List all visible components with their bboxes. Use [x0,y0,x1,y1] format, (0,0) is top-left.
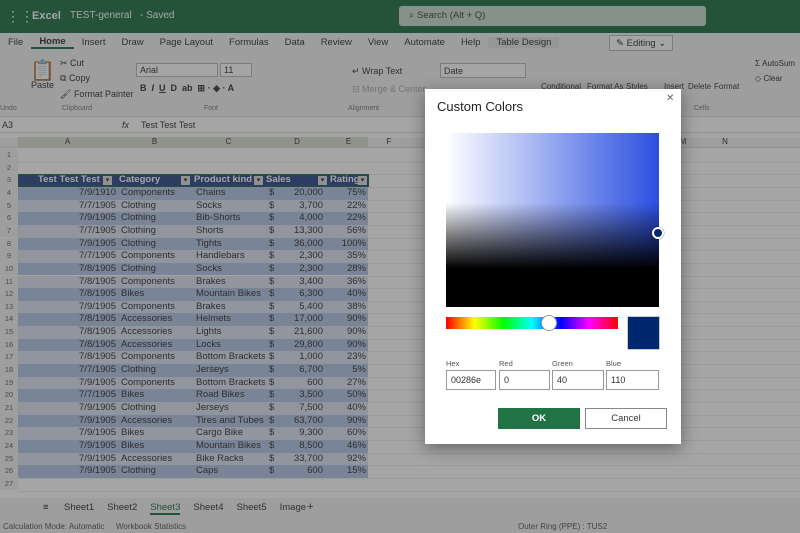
blue-input[interactable]: 110 [606,370,659,390]
saturation-value-picker[interactable] [446,133,664,307]
green-input[interactable]: 40 [552,370,604,390]
hex-input[interactable]: 00286e [446,370,496,390]
close-icon[interactable]: ✕ [666,93,674,104]
hue-slider[interactable] [446,315,618,331]
hue-slider-thumb[interactable] [541,315,558,331]
green-label: Green [552,359,573,368]
red-input[interactable]: 0 [499,370,550,390]
color-preview-swatch [627,316,660,350]
red-label: Red [499,359,513,368]
custom-colors-dialog: Custom Colors ✕ Hex Red Green Blue 00286… [425,89,681,444]
color-picker-handle[interactable] [652,227,664,239]
hex-label: Hex [446,359,460,368]
cancel-button[interactable]: Cancel [585,408,667,429]
blue-label: Blue [606,359,622,368]
dialog-title: Custom Colors [437,99,523,114]
ok-button[interactable]: OK [498,408,580,429]
